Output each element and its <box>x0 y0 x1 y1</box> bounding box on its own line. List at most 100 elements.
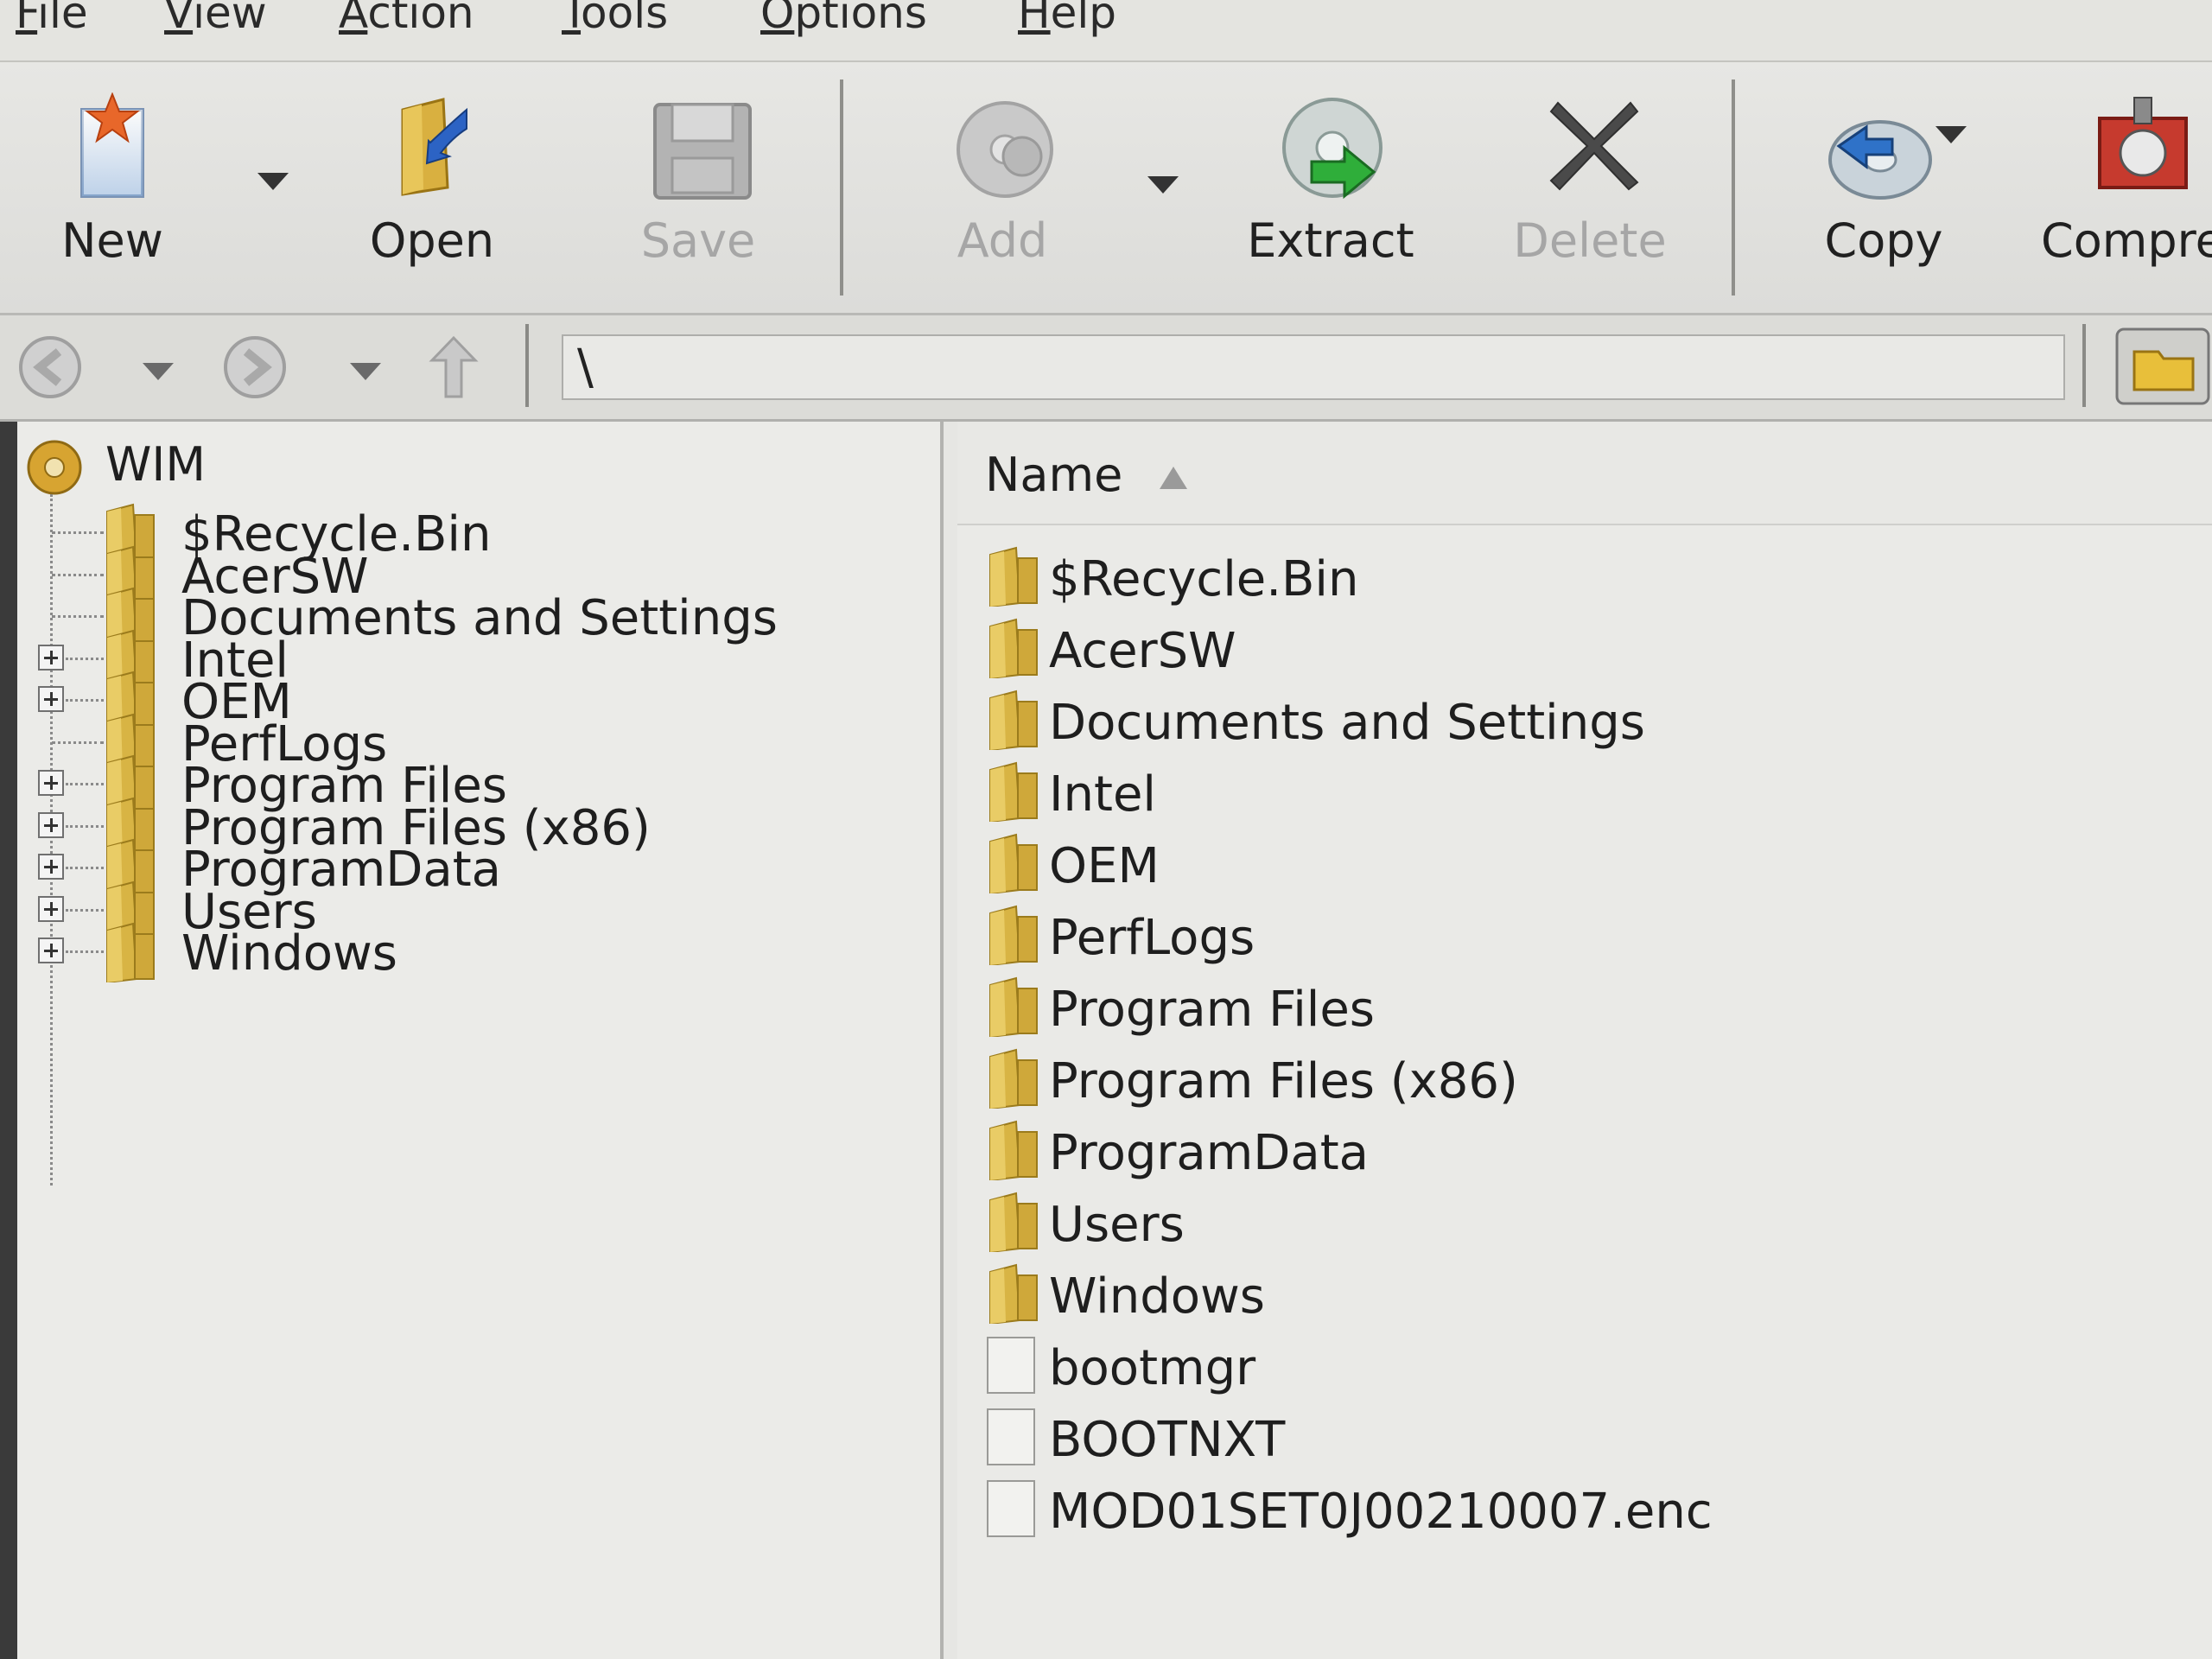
list-item-label: BOOTNXT <box>1049 1412 1286 1468</box>
expand-plus-icon[interactable] <box>38 644 64 671</box>
list-item[interactable]: PerfLogs <box>957 901 2212 972</box>
up-folder-icon[interactable] <box>423 333 484 402</box>
menu-help-accel: H <box>1018 0 1051 38</box>
folder-icon <box>989 976 1038 1039</box>
sort-ascending-icon <box>1160 467 1187 489</box>
address-separator-2 <box>2082 324 2086 407</box>
add-disc-icon <box>957 101 1053 198</box>
menu-action-label: ction <box>367 0 474 38</box>
extract-disc-icon <box>1282 98 1382 200</box>
add-dropdown-arrow[interactable] <box>1147 176 1179 194</box>
extract-button-label: Extract <box>1247 213 1414 268</box>
folder-icon <box>989 618 1038 680</box>
menu-file-label: ile <box>37 0 88 38</box>
folder-icon <box>989 1048 1038 1110</box>
column-header-name[interactable]: Name <box>957 422 2212 525</box>
expand-plus-icon[interactable] <box>38 686 64 712</box>
list-item[interactable]: Windows <box>957 1260 2212 1331</box>
list-item[interactable]: BOOTNXT <box>957 1403 2212 1474</box>
list-item[interactable]: Documents and Settings <box>957 686 2212 757</box>
tree-root-label: WIM <box>105 437 206 492</box>
list-item[interactable]: Users <box>957 1188 2212 1259</box>
menu-action[interactable]: Action <box>339 0 474 38</box>
list-item-label: bootmgr <box>1049 1340 1256 1396</box>
menu-tools[interactable]: Tools <box>562 0 668 38</box>
toolbar: New Open Save Add Extract Delete Copy Co… <box>0 62 2212 315</box>
copy-button-label: Copy <box>1824 213 1943 268</box>
toolbar-separator <box>840 79 843 296</box>
expand-plus-icon[interactable] <box>38 811 64 838</box>
folder-icon <box>106 922 155 984</box>
folder-icon <box>989 1263 1038 1325</box>
menu-bar: File View Action Tools Options Help <box>0 0 2212 62</box>
expand-plus-icon[interactable] <box>38 895 64 922</box>
list-item[interactable]: MOD01SET0J00210007.enc <box>957 1475 2212 1546</box>
new-document-icon <box>80 92 144 198</box>
address-separator <box>525 324 529 407</box>
tree-connector <box>66 867 104 869</box>
file-icon <box>987 1480 1035 1537</box>
folder-icon <box>989 1192 1038 1254</box>
copy-dropdown-arrow[interactable] <box>1936 126 1967 143</box>
list-item[interactable]: Intel <box>957 758 2212 829</box>
menu-help[interactable]: Help <box>1018 0 1116 38</box>
browse-folder-icon[interactable] <box>2115 327 2210 405</box>
address-bar <box>0 315 2212 422</box>
list-item-label: Documents and Settings <box>1049 695 1645 751</box>
extract-button[interactable]: Extract <box>1244 62 1417 313</box>
list-item[interactable]: bootmgr <box>957 1332 2212 1402</box>
menu-options[interactable]: Options <box>760 0 927 38</box>
save-button-label: Save <box>640 213 756 268</box>
back-arrow-icon[interactable] <box>16 333 85 402</box>
list-item-label: Users <box>1049 1197 1185 1253</box>
copy-button[interactable]: Copy <box>1806 62 1961 313</box>
file-list: Name $Recycle.Bin AcerSW Documents and Set… <box>957 422 2212 1659</box>
list-item-label: MOD01SET0J00210007.enc <box>1049 1484 1713 1540</box>
expand-plus-icon[interactable] <box>38 938 64 963</box>
list-item[interactable]: OEM <box>957 830 2212 900</box>
list-item-label: Intel <box>1049 766 1156 823</box>
menu-view[interactable]: View <box>164 0 267 38</box>
compress-button-label: Compres <box>2041 213 2212 268</box>
add-button[interactable]: Add <box>925 62 1080 313</box>
list-item[interactable]: ProgramData <box>957 1116 2212 1187</box>
list-item[interactable]: Program Files (x86) <box>957 1045 2212 1116</box>
menu-view-label: iew <box>193 0 267 38</box>
list-item-label: PerfLogs <box>1049 910 1255 966</box>
list-item[interactable]: AcerSW <box>957 614 2212 685</box>
folder-icon <box>989 1120 1038 1182</box>
delete-button[interactable]: Delete <box>1503 62 1676 313</box>
open-button-label: Open <box>369 213 495 268</box>
tree-connector <box>52 615 104 618</box>
list-item[interactable]: $Recycle.Bin <box>957 543 2212 613</box>
forward-dropdown-arrow[interactable] <box>350 363 381 380</box>
compress-button[interactable]: Compres <box>2031 62 2212 313</box>
disc-image-icon <box>27 440 82 495</box>
list-item-label: Program Files (x86) <box>1049 1053 1518 1109</box>
file-icon <box>987 1408 1035 1465</box>
expand-plus-icon[interactable] <box>38 854 64 880</box>
tree-connector <box>66 950 104 953</box>
folder-icon <box>989 833 1038 895</box>
save-button[interactable]: Save <box>620 62 776 313</box>
open-folder-icon <box>401 98 467 196</box>
address-path-input[interactable] <box>562 334 2065 400</box>
list-item-label: ProgramData <box>1049 1125 1369 1181</box>
tree-item[interactable]: Windows <box>17 920 916 984</box>
save-disk-icon <box>653 103 752 200</box>
new-button[interactable]: New <box>35 62 190 313</box>
tree-connector <box>66 908 104 912</box>
list-item-label: AcerSW <box>1049 623 1236 679</box>
list-item[interactable]: Program Files <box>957 973 2212 1044</box>
folder-icon <box>989 546 1038 608</box>
list-item-label: Windows <box>1049 1268 1265 1325</box>
list-item-label: $Recycle.Bin <box>1049 551 1359 607</box>
expand-plus-icon[interactable] <box>38 770 64 796</box>
menu-file[interactable]: File <box>16 0 88 38</box>
tree-connector <box>52 741 104 744</box>
forward-arrow-icon[interactable] <box>220 333 289 402</box>
back-dropdown-arrow[interactable] <box>143 363 174 380</box>
new-dropdown-arrow[interactable] <box>257 173 289 190</box>
tree-connector <box>66 824 104 828</box>
open-button[interactable]: Open <box>354 62 510 313</box>
